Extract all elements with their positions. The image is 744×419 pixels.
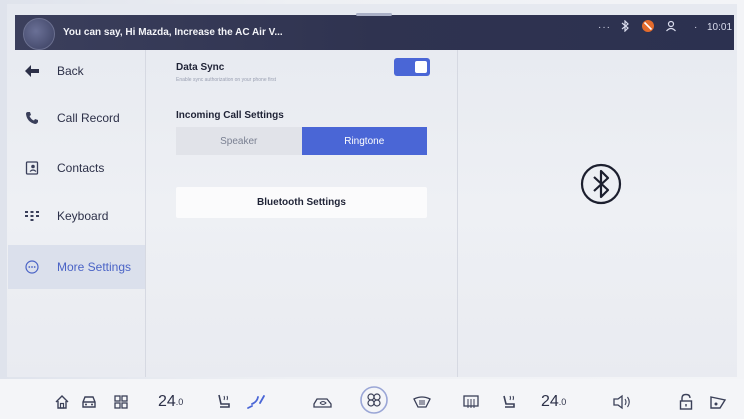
temp-left-decimal: .0: [175, 397, 184, 407]
temperature-left[interactable]: 24.0: [158, 390, 183, 414]
keypad-icon: [23, 207, 41, 225]
phone-icon: [23, 109, 41, 127]
bluetooth-settings-button[interactable]: Bluetooth Settings: [176, 187, 427, 218]
bluetooth-status-icon: [620, 19, 630, 35]
apps-icon[interactable]: [113, 390, 129, 414]
sidebar-item-keyboard[interactable]: Keyboard: [8, 195, 145, 237]
sidebar-item-back[interactable]: Back: [8, 50, 145, 92]
sidebar-item-label: Call Record: [57, 111, 120, 125]
recirculation-icon[interactable]: [312, 390, 334, 414]
seat-heat-left-icon[interactable]: [215, 390, 233, 414]
temperature-right[interactable]: 24.0: [541, 390, 566, 414]
contacts-icon: [23, 159, 41, 177]
front-defrost-icon[interactable]: [412, 390, 432, 414]
incoming-call-title: Incoming Call Settings: [176, 110, 284, 121]
user-status-icon: [665, 20, 677, 35]
sidebar: Back Call Record Contacts Keyboard More …: [8, 50, 145, 377]
car-settings-icon[interactable]: [708, 390, 728, 414]
data-sync-title: Data Sync: [176, 62, 225, 73]
sidebar-item-label: Contacts: [57, 161, 105, 175]
airflow-icon[interactable]: [245, 390, 267, 414]
more-status-icon: ···: [598, 22, 611, 33]
clock: 10:01: [707, 22, 733, 33]
temp-right-value: 24: [541, 393, 559, 410]
temp-right-decimal: .0: [558, 397, 567, 407]
settings-panel: Data Sync Enable sync authorization on y…: [146, 50, 457, 377]
temp-left-value: 24: [158, 393, 176, 410]
sidebar-item-more-settings[interactable]: More Settings: [8, 245, 145, 289]
pull-down-handle[interactable]: [356, 13, 392, 16]
fan-icon[interactable]: [359, 385, 389, 415]
more-icon: [23, 258, 41, 276]
bluetooth-pane: [458, 50, 737, 377]
ringtone-option[interactable]: Ringtone: [301, 127, 427, 155]
seat-heat-right-icon[interactable]: [500, 390, 518, 414]
sidebar-item-label: Keyboard: [57, 209, 109, 223]
data-sync-toggle[interactable]: [394, 58, 430, 76]
sidebar-item-label: More Settings: [57, 260, 132, 274]
sidebar-item-contacts[interactable]: Contacts: [8, 147, 145, 189]
speaker-option[interactable]: Speaker: [176, 127, 302, 155]
volume-icon[interactable]: [612, 390, 632, 414]
bluetooth-icon: [580, 163, 622, 205]
toggle-knob: [415, 61, 427, 73]
incoming-call-selector: Speaker Ringtone: [176, 127, 427, 155]
voice-assistant-avatar[interactable]: [23, 18, 55, 50]
home-icon[interactable]: [54, 390, 70, 414]
lock-icon[interactable]: [678, 390, 694, 414]
sidebar-item-label: Back: [57, 64, 84, 78]
mute-status-icon: [641, 19, 655, 36]
car-icon[interactable]: [80, 390, 98, 414]
data-sync-subtitle: Enable sync authorization on your phone …: [176, 77, 277, 83]
rear-defrost-icon[interactable]: [462, 390, 480, 414]
sidebar-item-call-record[interactable]: Call Record: [8, 97, 145, 139]
voice-hint-text: You can say, Hi Mazda, Increase the AC A…: [63, 27, 283, 38]
signal-icon: ·: [694, 22, 698, 33]
back-arrow-icon: [23, 62, 41, 80]
